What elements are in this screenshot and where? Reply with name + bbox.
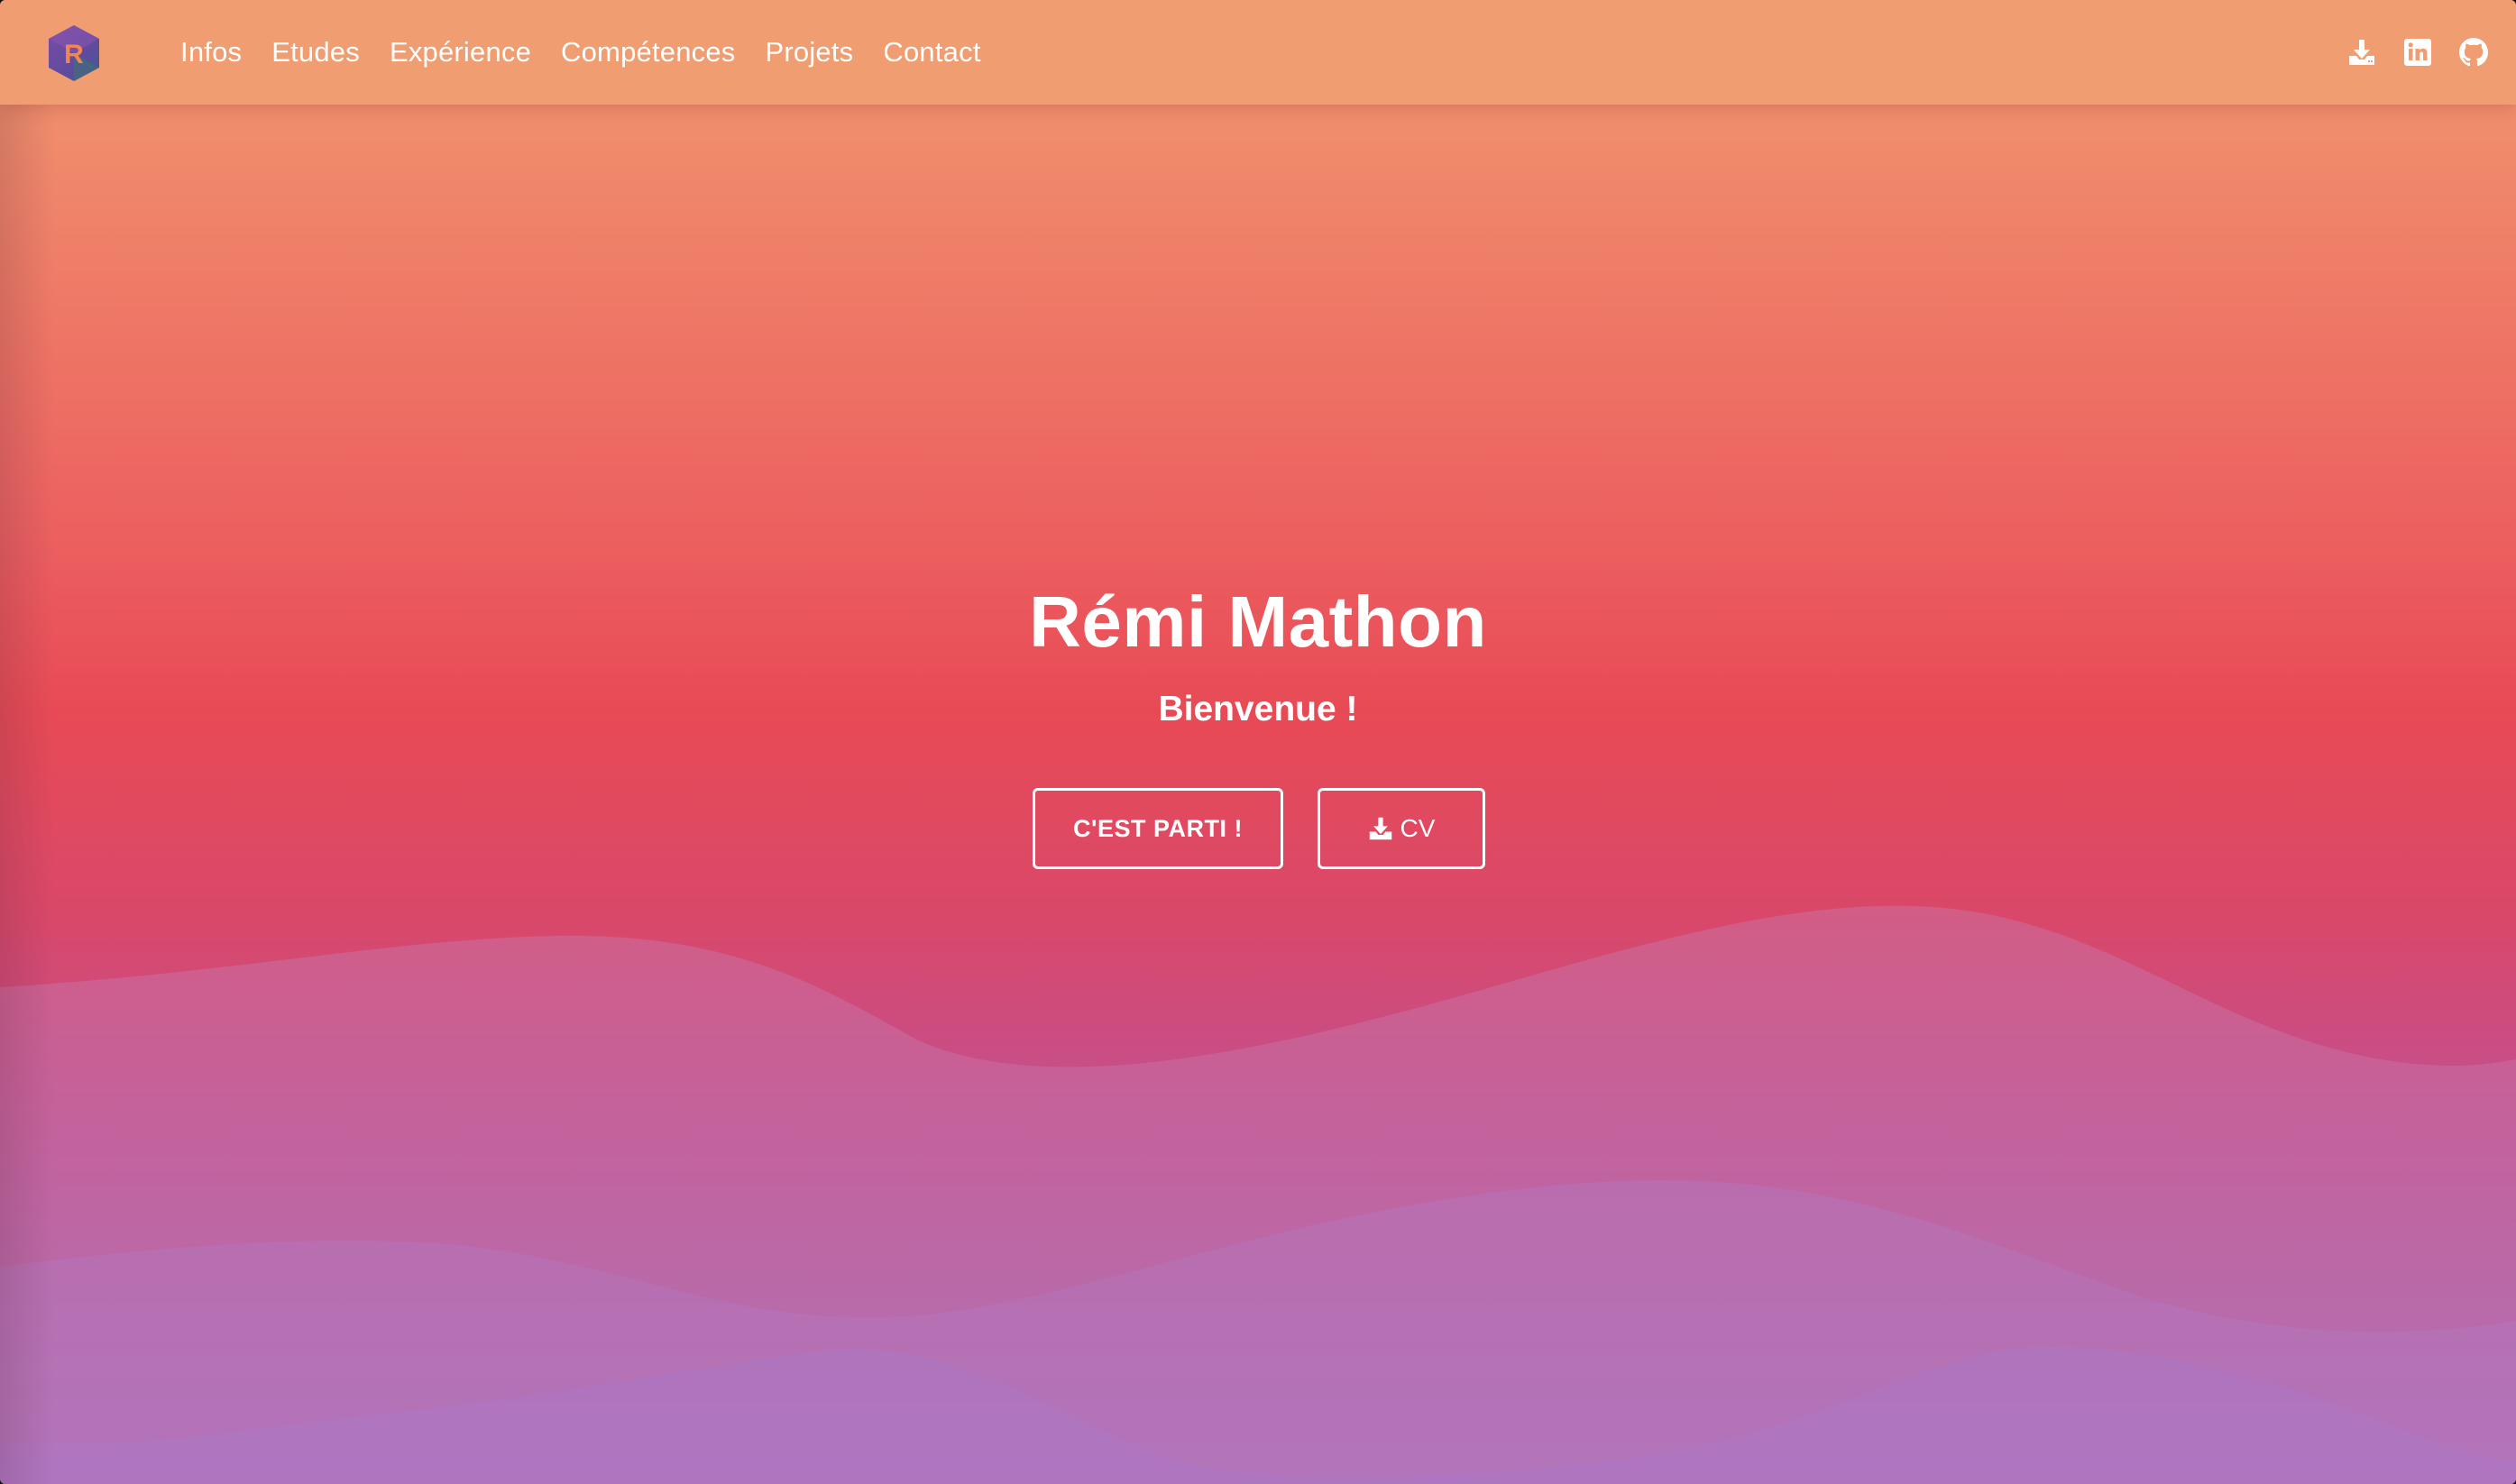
linkedin-icon[interactable] xyxy=(2402,37,2433,68)
hero-section: Rémi Mathon Bienvenue ! C'EST PARTI ! CV xyxy=(0,577,2516,869)
top-navbar: R Infos Etudes Expérience Compétences Pr… xyxy=(0,0,2516,105)
nav-link-infos[interactable]: Infos xyxy=(180,36,242,69)
download-icon xyxy=(1369,817,1391,840)
github-icon[interactable] xyxy=(2458,37,2489,68)
hexagon-logo-icon: R xyxy=(49,25,99,81)
download-cv-button[interactable]: CV xyxy=(1318,788,1485,869)
download-icon[interactable] xyxy=(2346,37,2377,68)
nav-link-experience[interactable]: Expérience xyxy=(390,36,531,69)
nav-link-etudes[interactable]: Etudes xyxy=(271,36,360,69)
start-button[interactable]: C'EST PARTI ! xyxy=(1033,788,1283,869)
logo[interactable]: R xyxy=(45,23,103,83)
hero-title: Rémi Mathon xyxy=(1029,582,1487,662)
nav-link-projets[interactable]: Projets xyxy=(766,36,854,69)
nav-link-contact[interactable]: Contact xyxy=(883,36,980,69)
nav-link-competences[interactable]: Compétences xyxy=(561,36,735,69)
hero-subtitle: Bienvenue ! xyxy=(1158,690,1358,728)
hero-buttons: C'EST PARTI ! CV xyxy=(0,788,2516,869)
page: R Infos Etudes Expérience Compétences Pr… xyxy=(0,0,2516,1484)
nav-icons xyxy=(2346,0,2489,105)
cv-button-label: CV xyxy=(1400,814,1436,842)
logo-letter: R xyxy=(64,40,84,69)
background-waves xyxy=(0,905,2516,1484)
nav-links: Infos Etudes Expérience Compétences Proj… xyxy=(180,0,1011,105)
